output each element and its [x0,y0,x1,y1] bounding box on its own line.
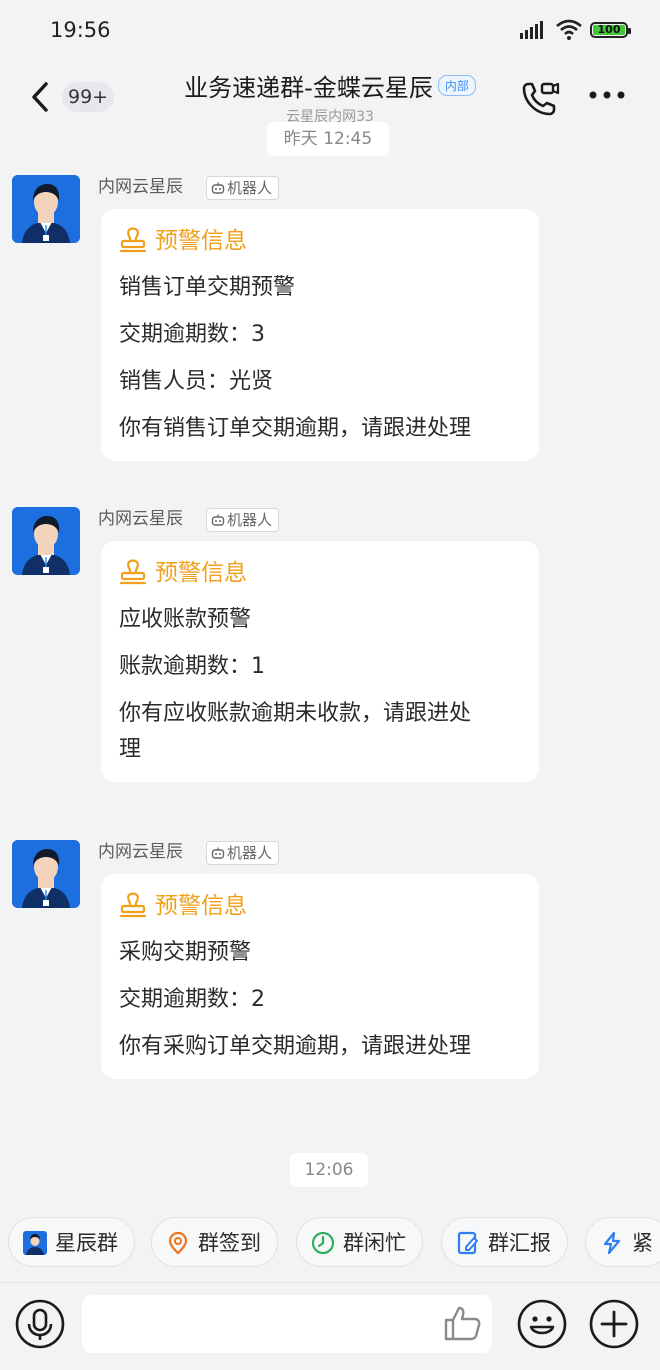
quick-action-chip[interactable]: 群汇报 [441,1217,568,1267]
status-time: 19:56 [50,18,111,42]
avatar[interactable] [12,840,80,908]
robot-tag: 机器人 [206,841,280,865]
alert-line: 你有采购订单交期逾期，请跟进处理 [119,1034,472,1059]
microphone-icon[interactable] [14,1298,66,1350]
message-item: 内网云星辰 机器人 预警信息 销售订单交期预警 交期逾期数：3 销售人员：光贤 … [0,175,660,465]
lightning-icon [603,1231,621,1255]
alert-line: 销售人员：光贤 [119,369,274,394]
alert-line: 你有销售订单交期逾期，请跟进处理 [119,416,472,441]
person-avatar-icon [12,175,80,243]
alert-line: 理 [119,737,142,762]
robot-tag-label: 机器人 [227,179,273,197]
alert-card[interactable]: 预警信息 应收账款预警 账款逾期数：1 你有应收账款逾期未收款，请跟进处 理 [101,541,539,782]
quick-action-chip[interactable]: 群签到 [151,1217,278,1267]
quick-action-chip[interactable]: 星辰群 [8,1217,135,1267]
chat-title-group[interactable]: 业务速递群-金蝶云星辰 内部 [0,68,660,103]
timestamp-bottom: 12:06 [290,1153,368,1187]
thumbs-up-icon[interactable] [442,1305,482,1341]
battery-icon: 100 [590,22,631,38]
robot-icon [211,514,225,526]
internal-tag: 内部 [437,75,476,96]
quick-action-chip[interactable]: 群闲忙 [296,1217,423,1267]
video-call-icon[interactable] [520,78,560,118]
stamp-icon [119,892,147,918]
robot-tag-label: 机器人 [227,844,273,862]
signal-icon [520,21,543,39]
avatar[interactable] [12,175,80,243]
status-bar: 19:56 100 [0,0,660,60]
message-item: 内网云星辰 机器人 预警信息 应收账款预警 账款逾期数：1 你有应收账款逾期未收… [0,507,660,797]
alert-card-title: 预警信息 [119,888,521,924]
robot-icon [211,182,225,194]
timestamp-top: 昨天 12:45 [267,122,389,156]
alert-line: 你有应收账款逾期未收款，请跟进处 [119,701,472,726]
sender-name: 内网云星辰 [98,177,183,197]
emoji-icon[interactable] [516,1298,568,1350]
quick-actions-bar: 星辰群 群签到 群闲忙 群汇报 紧 [0,1212,660,1272]
sender-name: 内网云星辰 [98,509,183,529]
stamp-icon [119,227,147,253]
quick-action-chip[interactable]: 紧 [585,1217,660,1267]
alert-line: 应收账款预警 [119,607,252,632]
alert-card-title: 预警信息 [119,555,521,591]
group-avatar-icon [23,1231,47,1255]
battery-level: 100 [597,23,621,36]
sender-name: 内网云星辰 [98,842,183,862]
more-options-icon[interactable] [588,90,628,100]
avatar[interactable] [12,507,80,575]
alert-line: 交期逾期数：2 [119,987,265,1012]
clock-icon [311,1231,335,1255]
person-avatar-icon [12,507,80,575]
wifi-icon [556,19,582,40]
add-icon[interactable] [588,1298,640,1350]
message-input[interactable] [82,1295,492,1353]
alert-line: 采购交期预警 [119,940,252,965]
location-pin-icon [168,1231,188,1255]
robot-tag: 机器人 [206,508,280,532]
robot-tag-label: 机器人 [227,511,273,529]
input-bar [0,1282,660,1370]
alert-line: 账款逾期数：1 [119,654,265,679]
alert-line: 销售订单交期预警 [119,275,296,300]
robot-icon [211,847,225,859]
alert-card[interactable]: 预警信息 采购交期预警 交期逾期数：2 你有采购订单交期逾期，请跟进处理 [101,874,539,1079]
message-item: 内网云星辰 机器人 预警信息 采购交期预警 交期逾期数：2 你有采购订单交期逾期… [0,840,660,1090]
report-edit-icon [457,1231,478,1255]
chat-title[interactable]: 业务速递群-金蝶云星辰 [184,68,433,103]
robot-tag: 机器人 [206,176,280,200]
stamp-icon [119,559,147,585]
person-avatar-icon [12,840,80,908]
alert-line: 交期逾期数：3 [119,322,265,347]
alert-card-title: 预警信息 [119,223,521,259]
alert-card[interactable]: 预警信息 销售订单交期预警 交期逾期数：3 销售人员：光贤 你有销售订单交期逾期… [101,209,539,461]
